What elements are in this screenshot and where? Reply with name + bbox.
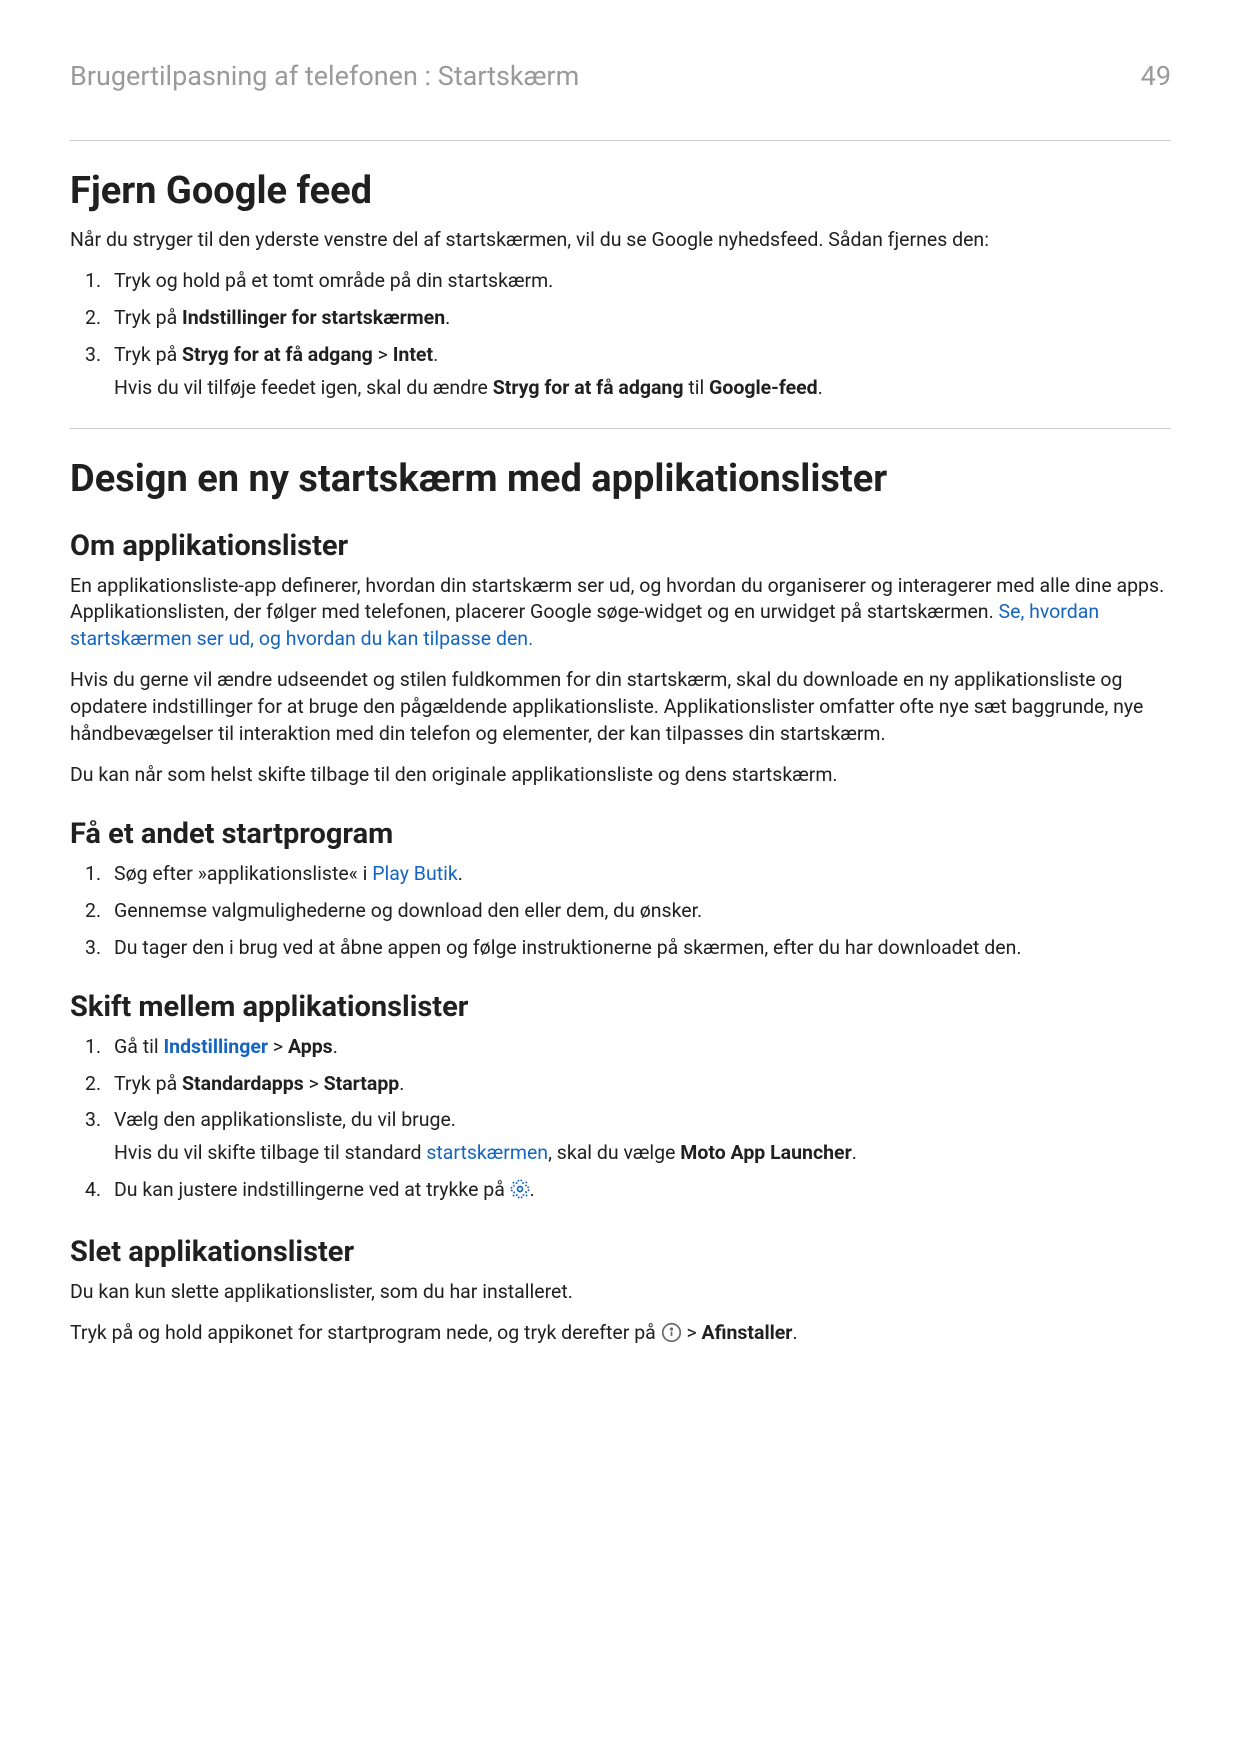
subsection-title: Skift mellem applikationslister	[70, 990, 1171, 1024]
sub-text: Hvis du vil skifte tilbage til standard …	[114, 1140, 1171, 1167]
section-title: Design en ny startskærm med applikations…	[70, 457, 1171, 501]
bold-text: Moto App Launcher	[680, 1141, 851, 1164]
steps-list: Gå til Indstillinger > Apps. Tryk på Sta…	[70, 1034, 1171, 1208]
link-play-store[interactable]: Play Butik	[372, 862, 457, 885]
paragraph: Hvis du gerne vil ændre udseendet og sti…	[70, 667, 1171, 748]
list-item: Du tager den i brug ved at åbne appen og…	[106, 935, 1171, 962]
section-title: Fjern Google feed	[70, 169, 1171, 213]
list-item: Tryk på Stryg for at få adgang > Intet. …	[106, 342, 1171, 402]
bold-text: Apps	[288, 1035, 333, 1058]
list-item: Gå til Indstillinger > Apps.	[106, 1034, 1171, 1061]
section-remove-google-feed: Fjern Google feed Når du stryger til den…	[70, 169, 1171, 402]
paragraph: Du kan kun slette applikationslister, so…	[70, 1279, 1171, 1306]
settings-gear-icon	[510, 1179, 530, 1207]
bold-text: Intet	[393, 343, 433, 366]
list-item: Tryk og hold på et tomt område på din st…	[106, 268, 1171, 295]
subsection-title: Slet applikationslister	[70, 1235, 1171, 1269]
divider	[70, 428, 1171, 429]
steps-list: Søg efter »applikationsliste« i Play But…	[70, 861, 1171, 962]
bold-text: Google-feed	[709, 376, 818, 399]
paragraph: Tryk på og hold appikonet for startprogr…	[70, 1320, 1171, 1351]
info-circle-icon	[661, 1322, 682, 1351]
list-item: Tryk på Standardapps > Startapp.	[106, 1071, 1171, 1098]
link-settings[interactable]: Indstillinger	[163, 1035, 268, 1058]
paragraph: En applikationsliste-app definerer, hvor…	[70, 573, 1171, 654]
bold-text: Indstillinger for startskærmen	[182, 306, 445, 329]
subsection-title: Om applikationslister	[70, 529, 1171, 563]
bold-text: Stryg for at få adgang	[493, 376, 684, 399]
divider	[70, 140, 1171, 141]
steps-list: Tryk og hold på et tomt område på din st…	[70, 268, 1171, 402]
page-header: Brugertilpasning af telefonen : Startskæ…	[70, 60, 1171, 92]
bold-text: Standardapps	[182, 1072, 304, 1095]
paragraph: Du kan når som helst skifte tilbage til …	[70, 762, 1171, 789]
sub-text: Hvis du vil tilføje feedet igen, skal du…	[114, 375, 1171, 402]
bold-text: Afinstaller	[701, 1321, 792, 1344]
bold-text: Stryg for at få adgang	[182, 343, 373, 366]
list-item: Gennemse valgmulighederne og download de…	[106, 898, 1171, 925]
list-item: Du kan justere indstillingerne ved at tr…	[106, 1177, 1171, 1207]
bold-text: Startapp	[324, 1072, 400, 1095]
page-number: 49	[1141, 60, 1171, 92]
list-item: Vælg den applikationsliste, du vil bruge…	[106, 1107, 1171, 1167]
intro-text: Når du stryger til den yderste venstre d…	[70, 227, 1171, 254]
link-homescreen[interactable]: startskærmen	[426, 1141, 548, 1164]
list-item: Tryk på Indstillinger for startskærmen.	[106, 305, 1171, 332]
breadcrumb: Brugertilpasning af telefonen : Startskæ…	[70, 60, 579, 92]
list-item: Søg efter »applikationsliste« i Play But…	[106, 861, 1171, 888]
subsection-title: Få et andet startprogram	[70, 817, 1171, 851]
